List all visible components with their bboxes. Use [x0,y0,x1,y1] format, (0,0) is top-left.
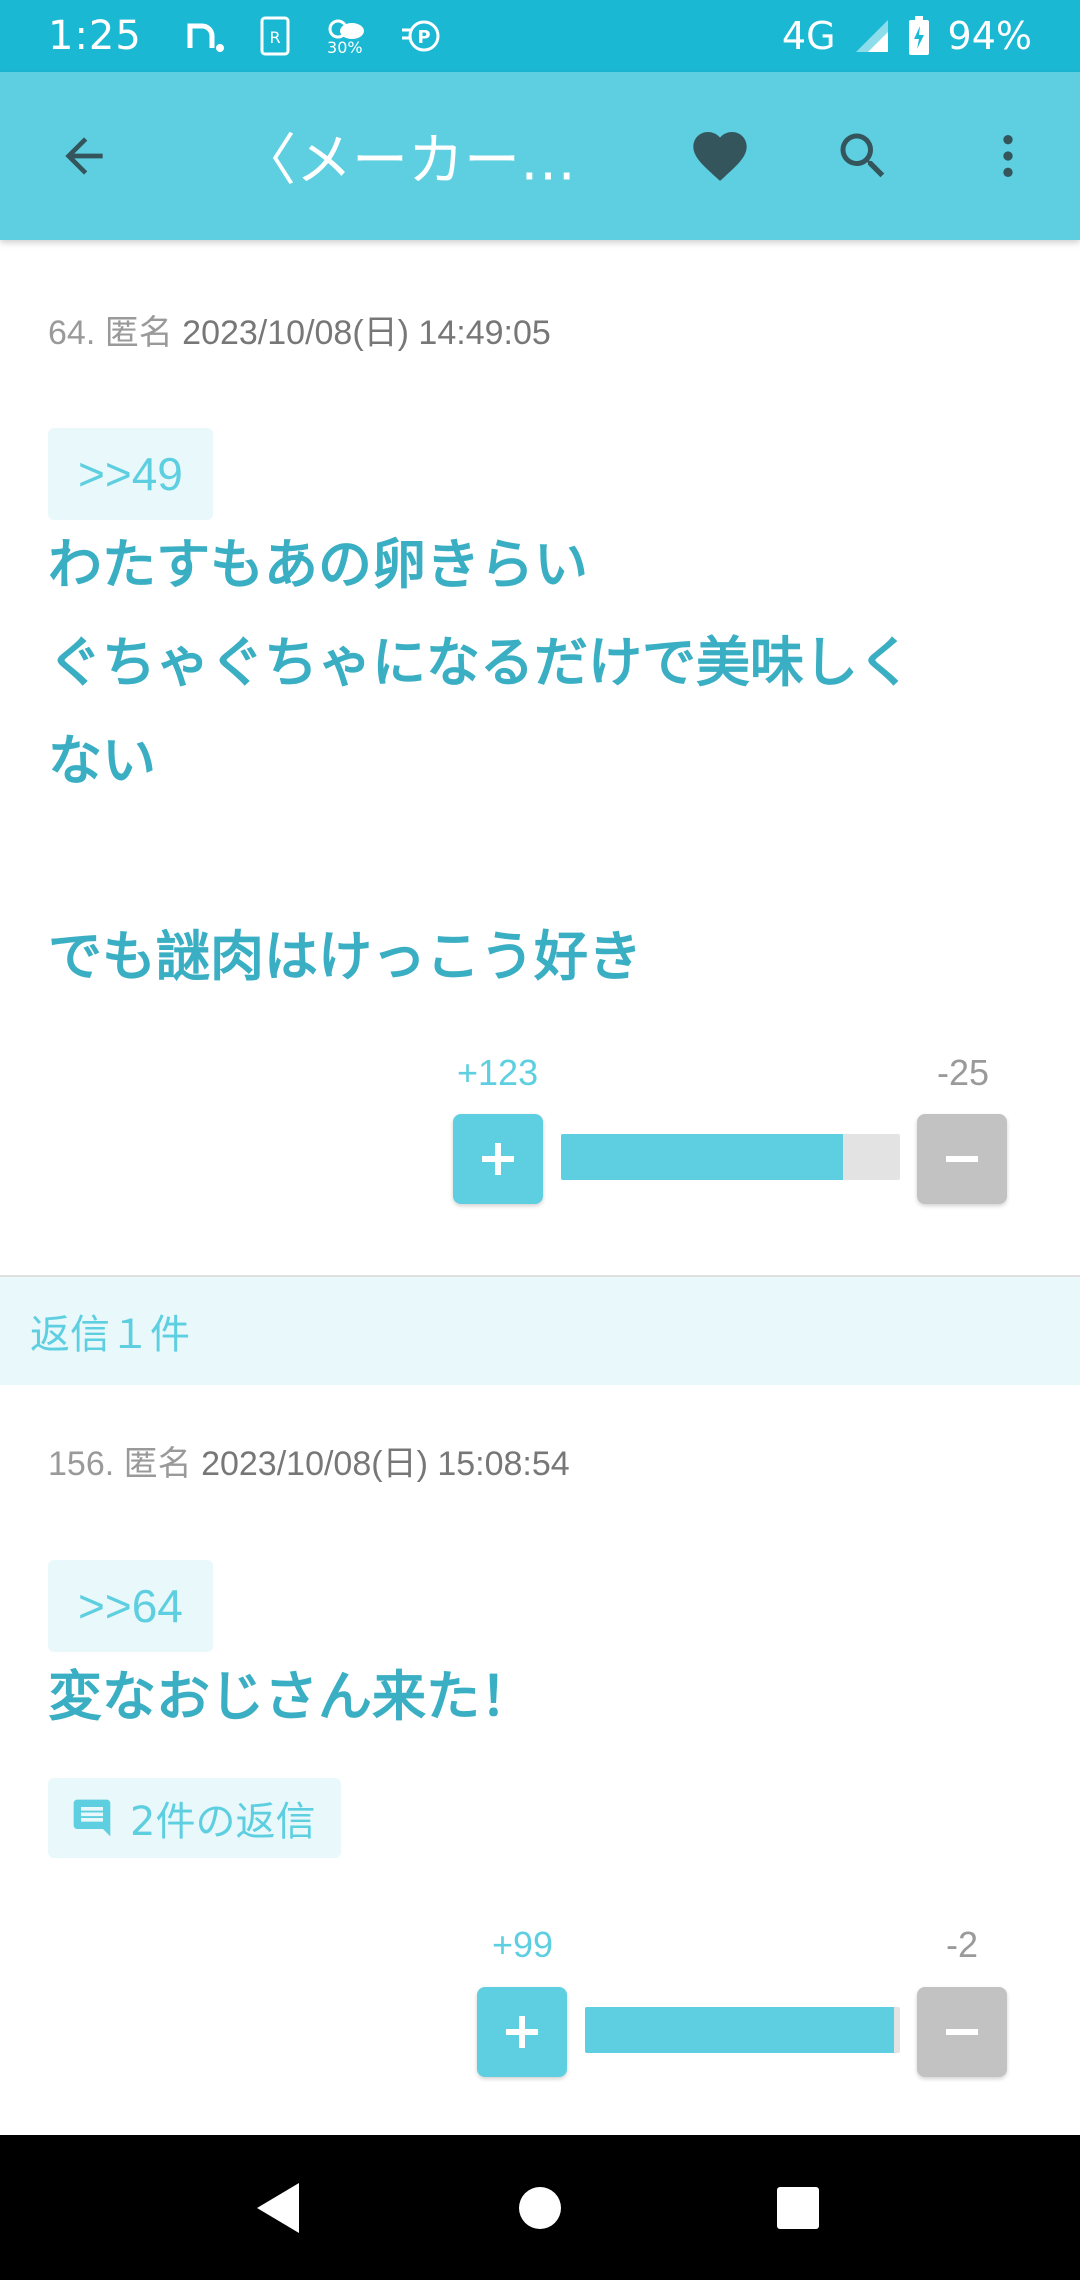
plus-icon [506,2016,538,2048]
parking-icon: P [400,18,440,54]
vote-ratio-bar [561,1134,900,1180]
reply-anchor-link[interactable]: >>64 [48,1560,213,1652]
thread-content: 64. 匿名 2023/10/08(日) 14:49:05 >>49 わたすもあ… [0,240,1080,2135]
search-icon [840,133,885,178]
post-body-line: でも謎肉はけっこう好き [48,925,642,988]
svg-text:R: R [269,28,280,47]
replies-count-button[interactable]: 2件の返信 [48,1778,342,1858]
network-type: 4G [781,14,836,58]
heart-icon [693,132,747,181]
minus-vote-count: -2 [946,1924,979,1965]
nav-recents-square-icon [777,2186,819,2229]
post-meta: 156. 匿名 2023/10/08(日) 15:08:54 [48,1436,570,1485]
post-body-blank-line [48,810,1038,908]
plus-vote-count: +123 [457,1052,539,1093]
signal-icon [854,18,890,54]
plus-vote-button[interactable] [453,1114,543,1204]
minus-icon [946,1156,978,1162]
favorite-button[interactable] [680,116,760,196]
rakuten-app-icon: R [260,16,290,56]
comment-icon [73,1799,111,1837]
search-button[interactable] [823,116,903,196]
back-button[interactable] [44,116,124,196]
app-bar: 〈メーカーさ… [0,72,1080,240]
nav-home-button[interactable] [500,2168,580,2248]
weather-icon: 30% [324,17,366,57]
post-body-line: ぐちゃぐちゃになるだけで美味しく [48,631,912,694]
back-arrow-icon [65,137,103,175]
page-title: 〈メーカーさ… [240,128,620,194]
status-time: 1:25 [48,13,142,59]
nav-back-button[interactable] [238,2168,318,2248]
battery-charging-icon [908,16,930,56]
post-number: 64. 匿名 [48,314,173,352]
nav-back-triangle-icon [257,2182,299,2233]
replies-count-label: 2件の返信 [130,1799,316,1845]
post-body-line: 変なおじさん来た！ [48,1665,534,1728]
plus-vote-count: +99 [492,1924,554,1965]
battery-percent: 94% [947,14,1032,58]
post-number: 156. 匿名 [48,1445,192,1483]
post-meta: 64. 匿名 2023/10/08(日) 14:49:05 [48,305,551,354]
system-nav-bar [0,2135,1080,2280]
nav-home-circle-icon [519,2186,561,2229]
minus-vote-button[interactable] [917,1114,1007,1204]
more-vert-icon [1003,135,1013,177]
post-body: 変なおじさん来た！ [48,1648,1038,1746]
post-body-line: ない [48,729,156,792]
post-body: わたすもあの卵きらい ぐちゃぐちゃになるだけで美味しく ない でも謎肉はけっこう… [48,516,1038,1006]
weather-percent: 30% [327,38,363,57]
minus-vote-button[interactable] [917,1987,1007,2077]
replies-header: 返信１件 [0,1277,1080,1385]
svg-text:P: P [417,27,430,48]
reply-anchor-link[interactable]: >>49 [48,428,213,520]
nav-recents-button[interactable] [758,2168,838,2248]
minus-icon [946,2029,978,2035]
vote-ratio-bar [585,2007,900,2053]
plus-vote-button[interactable] [477,1987,567,2077]
vote-ratio-fill [561,1134,843,1180]
post-datetime: 2023/10/08(日) 15:08:54 [201,1445,570,1483]
plus-icon [482,1143,514,1175]
post-body-line: わたすもあの卵きらい [48,533,588,596]
post-datetime: 2023/10/08(日) 14:49:05 [182,314,551,352]
notification-n-icon [186,18,226,54]
minus-vote-count: -25 [937,1052,990,1093]
status-bar: 1:25 R 30% P 4G 94% [0,0,1080,72]
vote-ratio-fill [585,2007,894,2053]
more-options-button[interactable] [968,116,1048,196]
